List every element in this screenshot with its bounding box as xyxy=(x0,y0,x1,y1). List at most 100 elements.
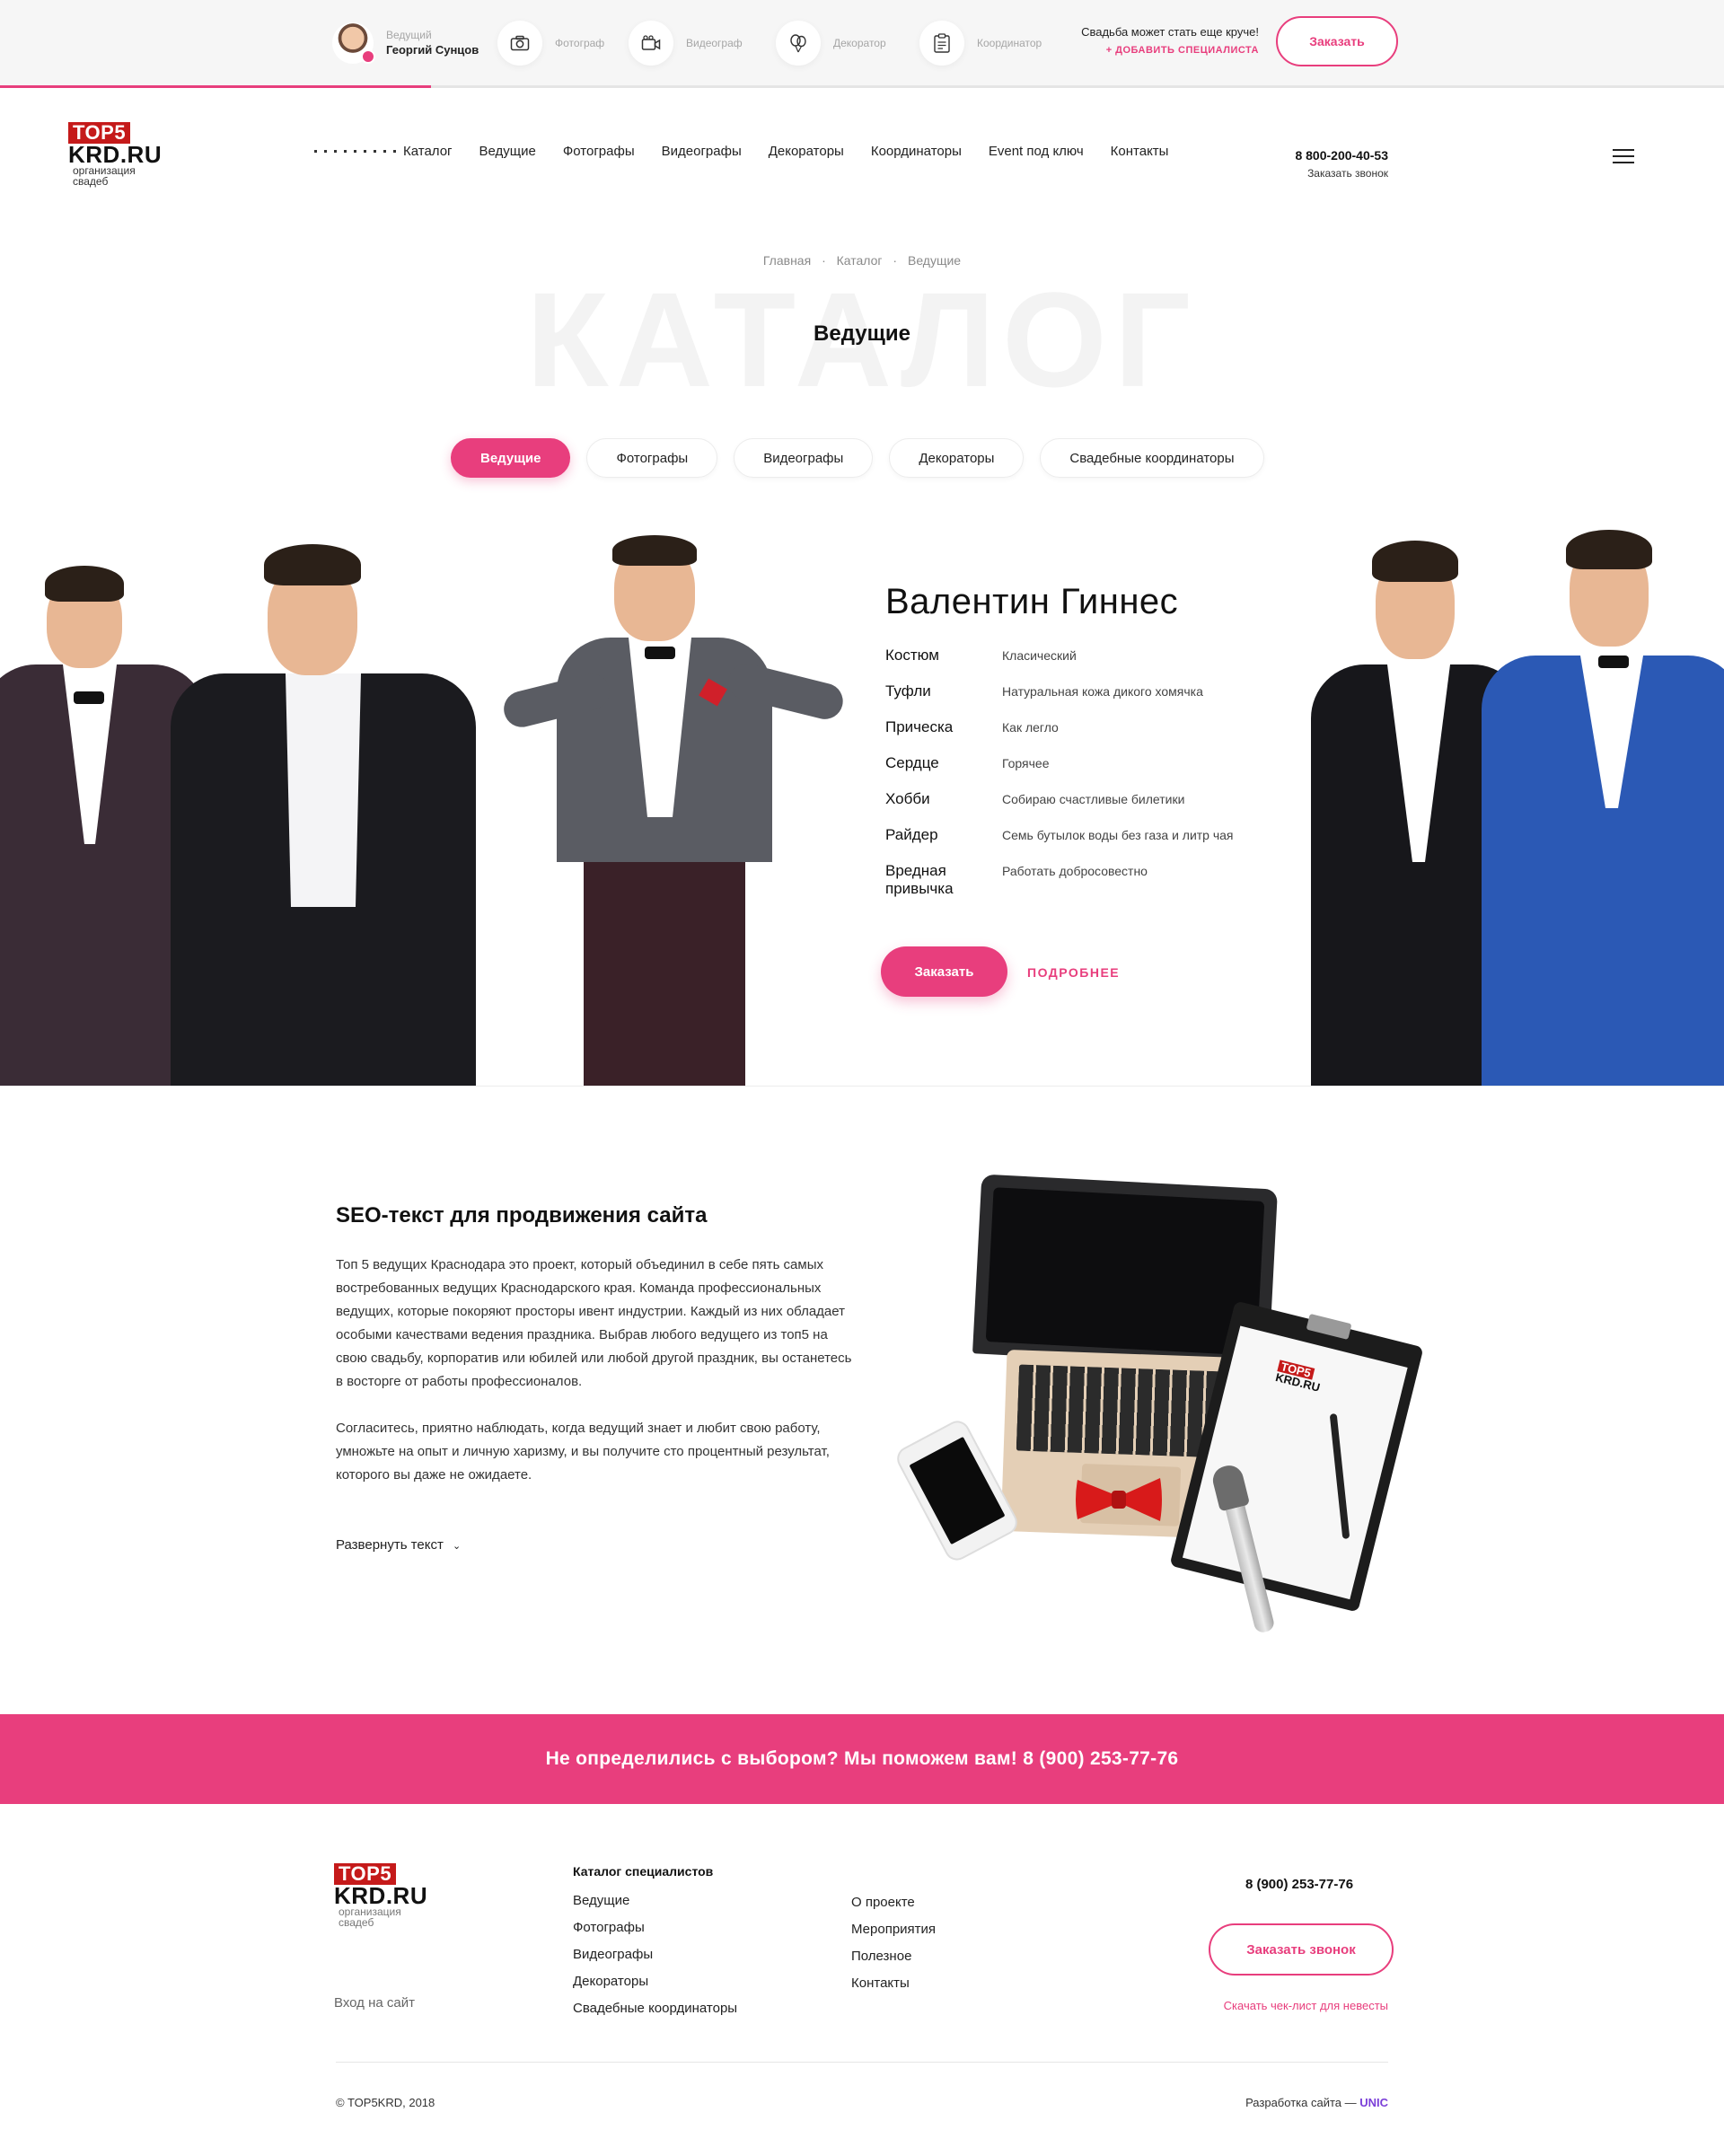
tab-hosts[interactable]: Ведущие xyxy=(451,438,571,478)
site-logo[interactable]: TOP5 KRD.RU организация свадеб xyxy=(68,122,162,187)
seo-paragraph: Согласитесь, приятно наблюдать, когда ве… xyxy=(336,1421,830,1483)
help-banner: Не определились с выбором? Мы поможем ва… xyxy=(0,1714,1724,1804)
attribute-value: Как легло xyxy=(1002,720,1059,735)
video-camera-icon xyxy=(629,21,673,66)
attribute-value: Собираю счастливые билетики xyxy=(1002,792,1185,806)
footer-link-decorators[interactable]: Декораторы xyxy=(573,1968,737,1995)
logo-domain: KRD.RU xyxy=(68,141,163,168)
grid-icon xyxy=(314,150,396,153)
camera-icon xyxy=(497,21,542,66)
footer-link-about[interactable]: О проекте xyxy=(851,1889,936,1916)
footer-link-photographers[interactable]: Фотографы xyxy=(573,1914,737,1941)
nav-catalog[interactable]: Каталог xyxy=(314,144,453,159)
seo-paragraph: Топ 5 ведущих Краснодара это проект, кот… xyxy=(336,1257,852,1389)
decorator-label: Декоратор xyxy=(833,37,886,49)
footer-link-events[interactable]: Мероприятия xyxy=(851,1916,936,1943)
attribute-key: Туфли xyxy=(885,682,931,700)
nav-coordinators[interactable]: Координаторы xyxy=(871,144,962,159)
expand-text-link[interactable]: Развернуть текст ⌄ xyxy=(336,1537,461,1553)
selected-host[interactable]: Ведущий Георгий Сунцов xyxy=(332,20,479,66)
header-callback-link[interactable]: Заказать звонок xyxy=(1239,165,1388,181)
selection-progress-bar xyxy=(0,85,431,88)
host-showcase: Валентин Гиннес Костюм Класический Туфли… xyxy=(0,512,1724,1087)
attribute-key: Райдер xyxy=(885,826,938,843)
footer-link-useful[interactable]: Полезное xyxy=(851,1943,936,1970)
host-name: Георгий Сунцов xyxy=(386,43,479,57)
host-attributes: Костюм Класический Туфли Натуральная кож… xyxy=(885,647,1289,898)
nav-hosts[interactable]: Ведущие xyxy=(479,144,536,159)
help-banner-text[interactable]: Не определились с выбором? Мы поможем ва… xyxy=(546,1748,1179,1770)
footer-link-coordinators[interactable]: Свадебные координаторы xyxy=(573,1995,737,2022)
nav-photographers[interactable]: Фотографы xyxy=(563,144,635,159)
add-coordinator[interactable]: Координатор xyxy=(919,20,1042,66)
menu-icon[interactable] xyxy=(1613,149,1634,163)
add-photographer[interactable]: Фотограф xyxy=(497,20,604,66)
attribute-row: Райдер Семь бутылок воды без газа и литр… xyxy=(885,826,1289,862)
upgrade-promo: Свадьба может стать еще круче! + ДОБАВИТ… xyxy=(1069,23,1259,59)
host-details-link[interactable]: ПОДРОБНЕЕ xyxy=(1027,965,1120,980)
checklist-download-link[interactable]: Скачать чек-лист для невесты xyxy=(1167,1999,1388,2012)
footer-divider xyxy=(336,2062,1388,2063)
developer-link[interactable]: UNIC xyxy=(1359,2096,1388,2109)
attribute-row: Туфли Натуральная кожа дикого хомячка xyxy=(885,682,1289,718)
attribute-key: Прическа xyxy=(885,718,954,735)
coordinator-label: Координатор xyxy=(977,37,1042,49)
developer-credit-prefix: Разработка сайта — xyxy=(1245,2096,1360,2109)
attribute-row: Вредная привычка Работать добросовестно xyxy=(885,862,1289,898)
featured-host-photo[interactable] xyxy=(499,530,847,1086)
host-photo-5[interactable] xyxy=(1473,512,1724,1086)
seo-body: Топ 5 ведущих Краснодара это проект, кот… xyxy=(336,1254,857,1510)
nav-videographers[interactable]: Видеографы xyxy=(662,144,742,159)
host-photo-2[interactable] xyxy=(162,521,485,1086)
main-nav: Каталог Ведущие Фотографы Видеографы Дек… xyxy=(314,144,1168,159)
tab-decorators[interactable]: Декораторы xyxy=(889,438,1025,478)
balloons-icon xyxy=(776,21,821,66)
host-name-heading: Валентин Гиннес xyxy=(885,582,1179,621)
check-badge-icon xyxy=(361,49,375,64)
footer-catalog-title: Каталог специалистов xyxy=(573,1864,714,1879)
photographer-label: Фотограф xyxy=(555,37,605,49)
host-avatar xyxy=(332,22,375,64)
nav-catalog-label: Каталог xyxy=(403,144,453,159)
host-order-button[interactable]: Заказать xyxy=(881,946,1007,997)
footer-catalog-column: Каталог специалистов Ведущие Фотографы В… xyxy=(573,1864,737,2022)
nav-contacts[interactable]: Контакты xyxy=(1111,144,1169,159)
seo-heading: SEO-текст для продвижения сайта xyxy=(336,1203,708,1228)
add-specialist-link[interactable]: + ДОБАВИТЬ СПЕЦИАЛИСТА xyxy=(1069,41,1259,59)
footer-logo-tagline-2: свадеб xyxy=(339,1916,374,1929)
tab-coordinators[interactable]: Свадебные координаторы xyxy=(1040,438,1264,478)
header-phone[interactable]: 8 800-200-40-53 xyxy=(1239,145,1388,165)
attribute-value: Класический xyxy=(1002,648,1077,663)
footer-callback-button[interactable]: Заказать звонок xyxy=(1209,1923,1394,1976)
attribute-row: Прическа Как легло xyxy=(885,718,1289,754)
login-link[interactable]: Вход на сайт xyxy=(334,1995,415,2011)
clipboard-icon xyxy=(919,21,964,66)
footer-phone[interactable]: 8 (900) 253-77-76 xyxy=(1209,1877,1390,1892)
footer-logo[interactable]: TOP5 KRD.RU организация свадеб xyxy=(334,1863,427,1928)
attribute-value: Работать добросовестно xyxy=(1002,864,1148,878)
attribute-value: Натуральная кожа дикого хомячка xyxy=(1002,684,1203,699)
topbar-order-button[interactable]: Заказать xyxy=(1276,16,1398,66)
host-role-label: Ведущий xyxy=(386,29,432,41)
expand-text-label: Развернуть текст xyxy=(336,1537,444,1553)
attribute-value: Семь бутылок воды без газа и литр чая xyxy=(1002,828,1234,842)
footer-logo-domain: KRD.RU xyxy=(334,1882,428,1909)
red-bowtie xyxy=(1076,1478,1162,1521)
attribute-row: Хобби Собираю счастливые билетики xyxy=(885,790,1289,826)
desk-illustration: TOP5 KRD.RU xyxy=(893,1174,1428,1643)
videographer-label: Видеограф xyxy=(686,37,743,49)
chevron-down-icon: ⌄ xyxy=(453,1541,462,1552)
add-decorator[interactable]: Декоратор xyxy=(776,20,886,66)
footer-link-videographers[interactable]: Видеографы xyxy=(573,1941,737,1968)
attribute-row: Сердце Горячее xyxy=(885,754,1289,790)
nav-decorators[interactable]: Декораторы xyxy=(769,144,844,159)
footer-link-contacts[interactable]: Контакты xyxy=(851,1970,936,1997)
add-videographer[interactable]: Видеограф xyxy=(629,20,743,66)
footer-link-hosts[interactable]: Ведущие xyxy=(573,1888,737,1914)
attribute-key: Вредная привычка xyxy=(885,862,954,897)
attribute-key: Сердце xyxy=(885,754,939,771)
tab-photographers[interactable]: Фотографы xyxy=(586,438,718,478)
developer-credit: Разработка сайта — UNIC xyxy=(1167,2096,1388,2109)
tab-videographers[interactable]: Видеографы xyxy=(734,438,874,478)
nav-event-turnkey[interactable]: Event под ключ xyxy=(989,144,1084,159)
